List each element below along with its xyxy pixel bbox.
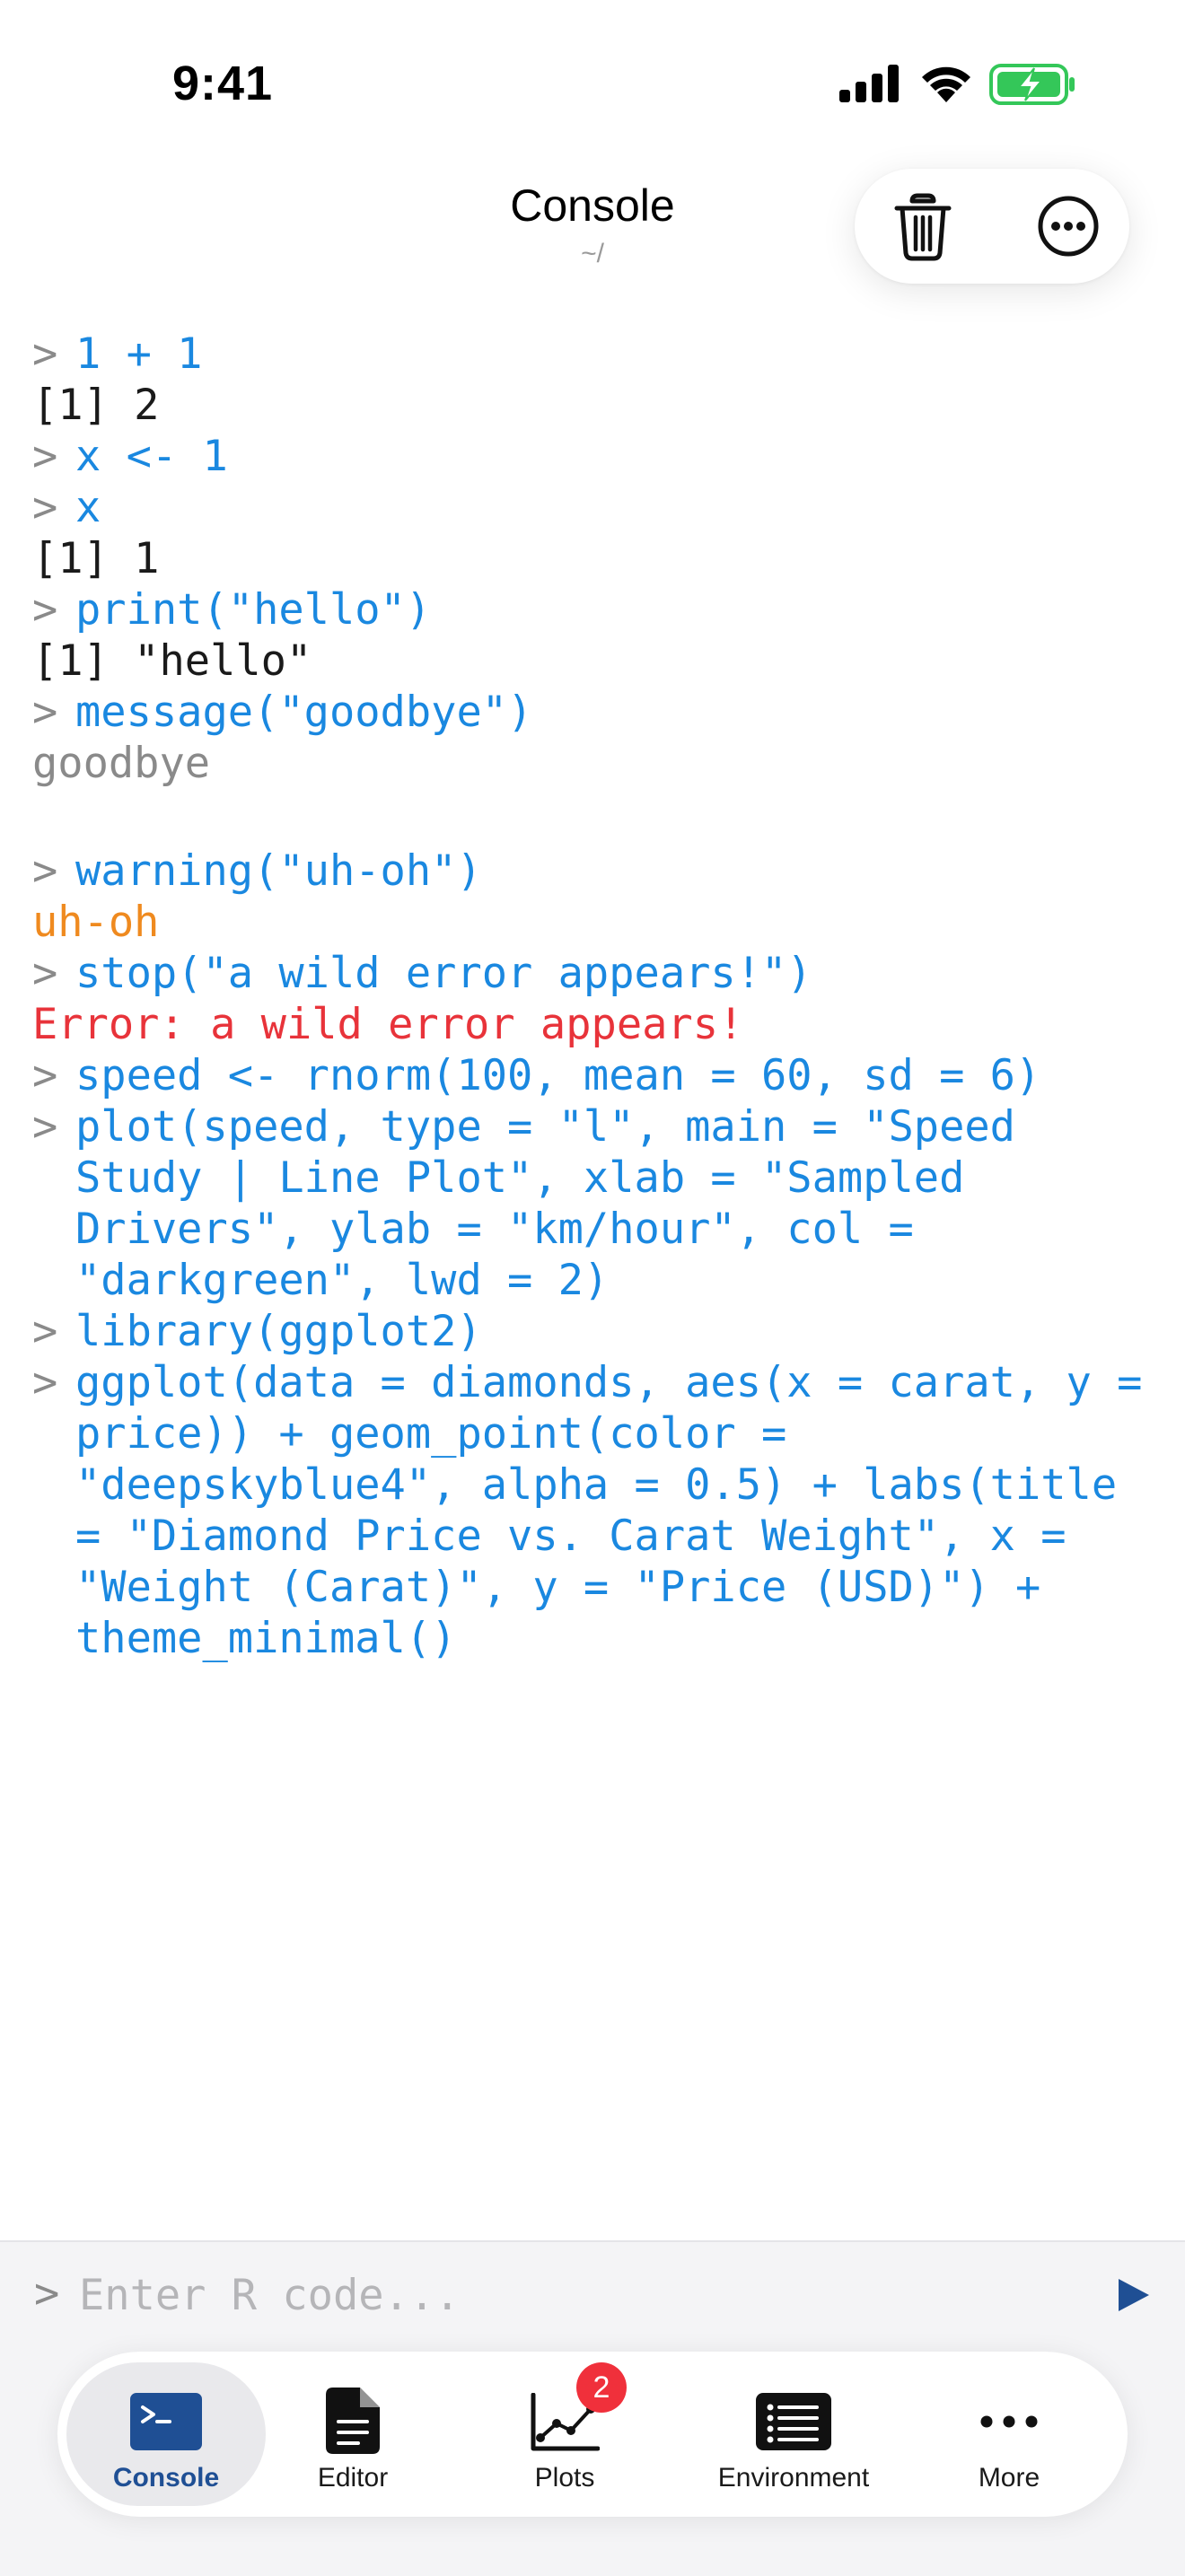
console-prompt: > [32, 1051, 58, 1100]
tab-label: Environment [717, 2463, 870, 2493]
console-line: > ggplot(data = diamonds, aes(x = carat, … [32, 1357, 1154, 1664]
console-prompt: > [32, 1358, 58, 1407]
warning-text: uh-oh [32, 898, 160, 947]
run-code-button[interactable] [1113, 2275, 1153, 2315]
console-prompt: > [32, 329, 58, 379]
terminal-icon [130, 2393, 202, 2450]
output-text: [1] 1 [32, 534, 160, 583]
console-prompt: > [32, 688, 58, 737]
console-line: > library(ggplot2) [32, 1306, 1154, 1357]
ellipsis-icon [980, 2415, 1038, 2428]
console-line: > x <- 1 [32, 431, 1154, 482]
message-text: goodbye [32, 739, 211, 788]
list-icon [756, 2393, 831, 2450]
console-line: > warning("uh-oh") [32, 846, 1154, 897]
console-output: >1 + 1 [1] 2 > x <- 1 > x [1] 1 > print("he… [32, 329, 1154, 1664]
console-line: > x [32, 482, 1154, 533]
clear-console-button[interactable] [885, 188, 961, 264]
command-text: print("hello") [75, 585, 432, 635]
command-text: speed <- rnorm(100, mean = 60, sd = 6) [75, 1051, 1041, 1100]
status-time: 9:41 [172, 57, 274, 110]
output-text: [1] "hello" [32, 636, 312, 686]
input-prompt: > [34, 2269, 60, 2318]
console-line: > message("goodbye") [32, 687, 1154, 738]
command-text: plot(speed, type = "l", main = "Speed St… [75, 1102, 1041, 1305]
ellipsis-circle-icon [1038, 196, 1099, 257]
tab-console[interactable]: Console [66, 2362, 266, 2506]
command-text: library(ggplot2) [75, 1307, 482, 1356]
console-prompt: > [32, 846, 58, 896]
battery-charging-icon [989, 64, 1075, 105]
tab-bar: Console Editor 2 Plots Environment More [57, 2352, 1128, 2517]
status-bar: 9:41 [0, 0, 1185, 171]
console-prompt: > [32, 585, 58, 635]
document-icon [326, 2388, 380, 2454]
console-prompt: > [32, 432, 58, 481]
tab-label: Plots [534, 2463, 595, 2493]
more-options-button[interactable] [1031, 188, 1106, 264]
tab-environment[interactable]: Environment [695, 2362, 892, 2506]
output-text: [1] 2 [32, 381, 160, 430]
tab-label: More [978, 2463, 1040, 2493]
tab-plots[interactable]: 2 Plots [506, 2362, 627, 2506]
command-text: warning("uh-oh") [75, 846, 482, 896]
console-line: > speed <- rnorm(100, mean = 60, sd = 6) [32, 1050, 1154, 1101]
tab-editor[interactable]: Editor [285, 2362, 420, 2506]
header-actions [855, 169, 1129, 284]
command-text: stop("a wild error appears!") [75, 949, 812, 998]
command-text: x [75, 483, 101, 532]
play-icon [1119, 2279, 1149, 2311]
console-prompt: > [32, 1307, 58, 1356]
r-code-input[interactable] [79, 2264, 1066, 2326]
error-text: Error: a wild error appears! [32, 1000, 744, 1049]
console-prompt: > [32, 483, 58, 532]
cellular-signal-icon [839, 65, 899, 102]
console-line: > plot(speed, type = "l", main = "Speed S… [32, 1101, 1154, 1306]
tab-more[interactable]: More [946, 2362, 1072, 2506]
console-line: > print("hello") [32, 584, 1154, 635]
console-prompt: > [32, 1102, 58, 1152]
tab-label: Console [112, 2463, 220, 2493]
plots-count-badge: 2 [576, 2362, 627, 2413]
command-text: message("goodbye") [75, 688, 533, 737]
command-text: 1 + 1 [75, 329, 203, 379]
command-text: x <- 1 [75, 432, 228, 481]
tab-label: Editor [317, 2463, 389, 2493]
console-prompt: > [32, 949, 58, 998]
console-line: > stop("a wild error appears!") [32, 948, 1154, 999]
command-text: ggplot(data = diamonds, aes(x = carat, y… [75, 1358, 1168, 1663]
console-line: >1 + 1 [32, 329, 1154, 380]
wifi-icon [922, 66, 970, 102]
trash-icon [894, 193, 952, 261]
